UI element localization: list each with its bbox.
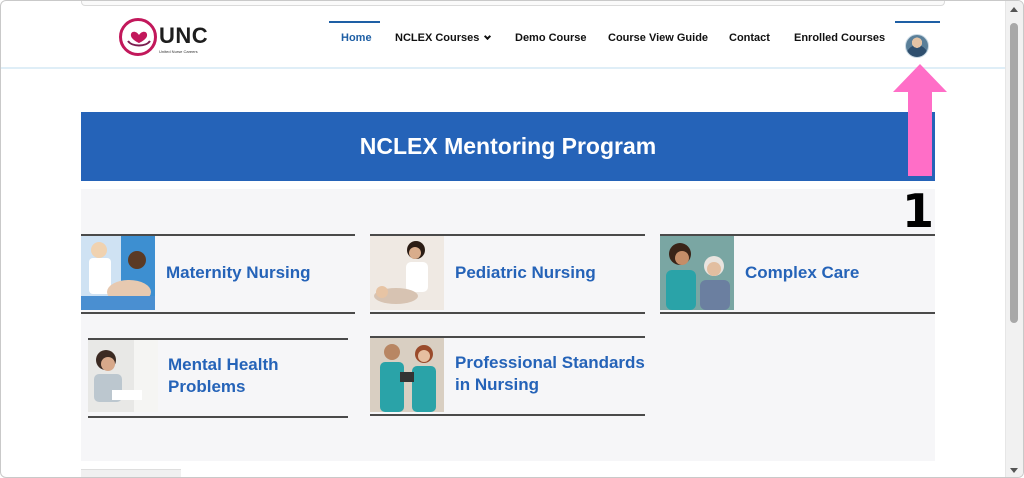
logo-text: UNC: [159, 23, 209, 48]
nav-enrolled-courses[interactable]: Enrolled Courses: [794, 32, 885, 44]
complex-care-photo-icon: [660, 236, 734, 310]
scroll-up-arrow-icon[interactable]: [1010, 7, 1018, 12]
course-card-mental-health[interactable]: Mental Health Problems: [88, 338, 348, 418]
course-card-complex-care[interactable]: Complex Care: [660, 234, 935, 314]
scroll-down-arrow-icon[interactable]: [1010, 468, 1018, 473]
courses-panel: [81, 189, 935, 461]
scrollbar-thumb[interactable]: [1010, 23, 1018, 323]
pediatric-photo-icon: [370, 236, 444, 310]
course-card-professional-standards[interactable]: Professional Standards in Nursing: [370, 336, 645, 416]
course-card-pediatric[interactable]: Pediatric Nursing: [370, 234, 645, 314]
chevron-down-icon: [484, 32, 492, 41]
course-title[interactable]: Pediatric Nursing: [455, 262, 596, 284]
course-title[interactable]: Maternity Nursing: [166, 262, 311, 284]
vertical-scrollbar[interactable]: [1005, 1, 1023, 477]
address-bar-edge: [81, 1, 945, 6]
nav-contact[interactable]: Contact: [729, 32, 770, 44]
course-title-line: Professional Standards: [455, 353, 645, 372]
avatar-indicator: [895, 21, 940, 23]
annotation-number: 1: [902, 184, 935, 238]
course-title-line: Mental Health: [168, 355, 279, 374]
nav-nclex-courses[interactable]: NCLEX Courses: [395, 32, 492, 44]
user-avatar-icon[interactable]: [905, 34, 929, 58]
course-title[interactable]: Complex Care: [745, 262, 859, 284]
logo-heart-hands-icon: [119, 18, 157, 56]
course-title-line: in Nursing: [455, 375, 540, 394]
nav-course-view-guide[interactable]: Course View Guide: [608, 32, 708, 44]
course-title-mental-health[interactable]: Mental Health Problems: [168, 354, 279, 398]
professional-standards-photo-icon: [370, 338, 444, 412]
logo-subtext: United Nurse Careers: [159, 49, 198, 54]
site-header: UNC United Nurse Careers Home NCLEX Cour…: [1, 9, 1006, 69]
course-title-line: Problems: [168, 377, 246, 396]
status-strip: [81, 469, 181, 477]
nav-active-indicator: [329, 21, 380, 23]
nav-demo-course[interactable]: Demo Course: [515, 32, 587, 44]
banner-title: NCLEX Mentoring Program: [359, 133, 657, 159]
nav-nclex-courses-label: NCLEX Courses: [395, 32, 480, 44]
nav-home[interactable]: Home: [341, 32, 372, 44]
program-banner: NCLEX Mentoring Program: [81, 112, 935, 181]
maternity-photo-icon: [81, 236, 155, 310]
mental-health-photo-icon: [88, 340, 158, 412]
course-card-maternity[interactable]: Maternity Nursing: [81, 234, 355, 314]
course-title-professional-standards[interactable]: Professional Standards in Nursing: [455, 352, 645, 396]
site-logo[interactable]: UNC United Nurse Careers: [119, 18, 219, 60]
annotation-arrow-icon: [893, 64, 947, 176]
browser-viewport: UNC United Nurse Careers Home NCLEX Cour…: [0, 0, 1024, 478]
